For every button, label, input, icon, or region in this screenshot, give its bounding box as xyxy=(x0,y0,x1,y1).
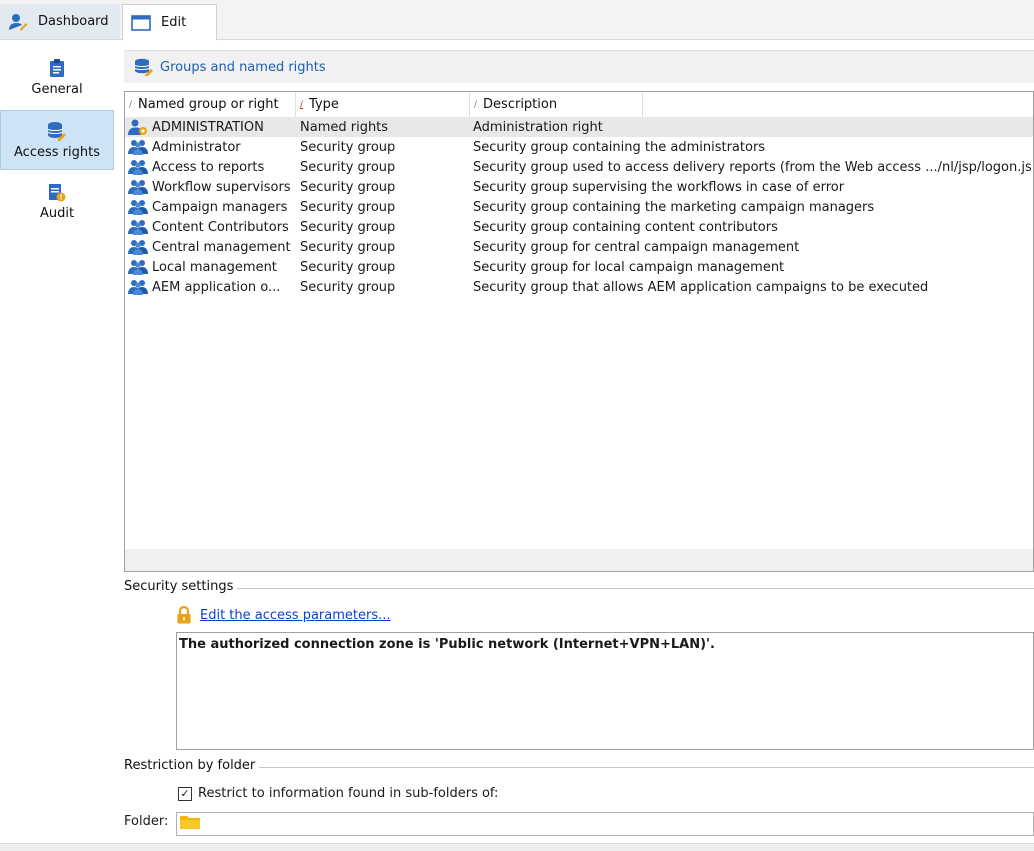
table-row[interactable]: Campaign managers Security group Security … xyxy=(125,197,1033,217)
table-row[interactable]: Administrator Security group Security grou… xyxy=(125,137,1033,157)
group-icon xyxy=(128,139,148,155)
window-icon xyxy=(131,14,151,32)
divider xyxy=(258,767,1034,768)
tab-edit-label: Edit xyxy=(161,15,187,30)
table-row[interactable]: Access to reports Security group Security … xyxy=(125,157,1033,177)
tab-dashboard[interactable]: Dashboard xyxy=(0,4,120,39)
cell-name-text: Workflow supervisors xyxy=(152,179,291,195)
group-icon xyxy=(128,179,148,195)
nav-item-audit-label: Audit xyxy=(39,206,75,221)
clipboard-icon xyxy=(49,58,65,78)
database-edit-icon xyxy=(134,58,154,76)
group-icon xyxy=(128,279,148,295)
grid-footer xyxy=(125,549,1033,571)
lock-icon xyxy=(176,606,192,624)
cell-name: Central management xyxy=(128,237,300,257)
nav-item-general-label: General xyxy=(31,82,83,97)
group-icon xyxy=(128,159,148,175)
sort-icon: / xyxy=(474,99,478,110)
divider xyxy=(233,588,1034,589)
cell-type: Security group xyxy=(300,179,396,195)
cell-name: ADMINISTRATION xyxy=(128,117,300,137)
cell-name: Content Contributors xyxy=(128,217,300,237)
restriction-legend: Restriction by folder xyxy=(124,758,260,773)
group-icon xyxy=(128,239,148,255)
security-settings-legend: Security settings xyxy=(124,579,238,594)
column-header-description[interactable]: / Description xyxy=(470,92,643,117)
cell-type: Security group xyxy=(300,239,396,255)
table-row[interactable]: Workflow supervisors Security group Securi… xyxy=(125,177,1033,197)
cell-description: Security group for central campaign mana… xyxy=(473,239,800,255)
cell-name-text: Local management xyxy=(152,259,277,275)
cell-name: Access to reports xyxy=(128,157,300,177)
cell-description: Security group containing the administra… xyxy=(473,139,766,155)
tab-dashboard-label: Dashboard xyxy=(38,14,109,29)
tab-edit[interactable]: Edit xyxy=(122,4,217,41)
restrict-subfolders-row: ✓ Restrict to information found in sub-f… xyxy=(178,786,498,801)
cell-type: Security group xyxy=(300,219,396,235)
cell-description: Security group supervising the workflows… xyxy=(473,179,845,195)
cell-description: Security group containing the marketing … xyxy=(473,199,875,215)
cell-name-text: Central management xyxy=(152,239,291,255)
group-icon xyxy=(128,199,148,215)
cell-description: Administration right xyxy=(473,119,603,135)
folder-field[interactable] xyxy=(176,812,1034,836)
cell-type: Security group xyxy=(300,199,396,215)
cell-type: Security group xyxy=(300,159,396,175)
table-row[interactable]: Local management Security group Security g… xyxy=(125,257,1033,277)
nav-item-access-rights[interactable]: Access rights xyxy=(0,110,114,170)
cell-name: Workflow supervisors xyxy=(128,177,300,197)
column-header-name[interactable]: / Named group or right xyxy=(125,92,296,117)
folder-label: Folder: xyxy=(124,814,169,829)
cell-name: AEM application o... xyxy=(128,277,300,297)
sort-icon: / xyxy=(129,99,133,110)
cell-type: Security group xyxy=(300,259,396,275)
cell-name-text: AEM application o... xyxy=(152,279,281,295)
group-icon xyxy=(128,219,148,235)
cell-type: Security group xyxy=(300,279,396,295)
audit-icon xyxy=(48,182,66,202)
nav-item-access-rights-label: Access rights xyxy=(14,145,100,160)
column-header-type[interactable]: / Type xyxy=(296,92,470,117)
connection-zone-info: The authorized connection zone is 'Publi… xyxy=(176,632,1034,750)
left-nav: General Access rights Audit xyxy=(0,40,115,840)
status-bar xyxy=(0,843,1034,851)
table-row[interactable]: AEM application o... Security group Securi… xyxy=(125,277,1033,297)
table-row[interactable]: ADMINISTRATION Named rights Administration… xyxy=(125,117,1033,137)
cell-type: Security group xyxy=(300,139,396,155)
named-right-icon xyxy=(128,119,148,135)
cell-description: Security group used to access delivery r… xyxy=(473,159,1032,175)
cell-name-text: Content Contributors xyxy=(152,219,289,235)
user-edit-icon xyxy=(8,13,28,31)
cell-description: Security group containing content contri… xyxy=(473,219,778,235)
section-header: Groups and named rights xyxy=(124,50,1034,83)
nav-item-general[interactable]: General xyxy=(0,48,114,108)
nav-item-audit[interactable]: Audit xyxy=(0,172,114,232)
cell-name-text: Administrator xyxy=(152,139,241,155)
table-row[interactable]: Central management Security group Security… xyxy=(125,237,1033,257)
group-icon xyxy=(128,259,148,275)
restrict-subfolders-label: Restrict to information found in sub-fol… xyxy=(198,786,499,801)
edit-access-parameters-link[interactable]: Edit the access parameters... xyxy=(200,608,391,623)
cell-name-text: Access to reports xyxy=(152,159,265,175)
access-parameters-row: Edit the access parameters... xyxy=(176,606,391,624)
restrict-subfolders-checkbox[interactable]: ✓ xyxy=(178,786,192,801)
grid-header: / Named group or right / Type / Description xyxy=(125,92,1033,117)
tab-bar: Dashboard Edit xyxy=(0,0,1034,41)
cell-name: Local management xyxy=(128,257,300,277)
cell-description: Security group that allows AEM applicati… xyxy=(473,279,929,295)
database-edit-icon xyxy=(47,121,67,141)
groups-grid[interactable]: / Named group or right / Type / Description… xyxy=(124,91,1034,572)
cell-name: Campaign managers xyxy=(128,197,300,217)
cell-description: Security group for local campaign manage… xyxy=(473,259,785,275)
folder-icon[interactable] xyxy=(179,814,201,834)
section-title: Groups and named rights xyxy=(160,59,326,75)
cell-type: Named rights xyxy=(300,119,389,135)
cell-name-text: Campaign managers xyxy=(152,199,288,215)
cell-name-text: ADMINISTRATION xyxy=(152,119,264,135)
table-row[interactable]: Content Contributors Security group Securi… xyxy=(125,217,1033,237)
cell-name: Administrator xyxy=(128,137,300,157)
sort-active-icon: / xyxy=(300,99,304,110)
